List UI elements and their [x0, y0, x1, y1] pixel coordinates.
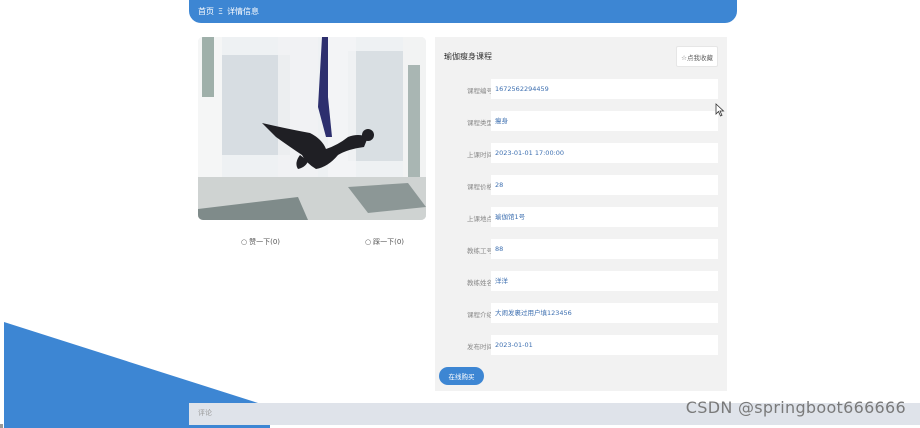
course-title: 瑜伽瘦身课程	[444, 52, 492, 61]
field-label: 课程类型	[467, 119, 493, 127]
breadcrumb-separator: Ξ	[218, 7, 224, 16]
thumb-up-icon: ○	[241, 238, 248, 246]
field-label: 上课时间	[467, 151, 493, 159]
buy-online-button[interactable]: 在线购买	[439, 367, 484, 385]
field-label: 教练工号	[467, 247, 493, 255]
field-label: 课程介绍	[467, 311, 493, 319]
field-label: 课程价格	[467, 183, 493, 191]
dislike-button[interactable]: ○ 踩一下(0)	[365, 237, 404, 247]
yoga-photo	[198, 37, 426, 220]
field-row: 发布时间 2023-01-01	[435, 335, 727, 355]
breadcrumb-home[interactable]: 首页	[198, 6, 214, 17]
field-value: 瑜伽馆1号	[491, 207, 718, 227]
like-button[interactable]: ○ 赞一下(0)	[241, 237, 280, 247]
dislike-label: 踩一下(0)	[373, 238, 405, 246]
edge-marker	[0, 424, 3, 428]
field-value: 2023-01-01 17:00:00	[491, 143, 718, 163]
field-value: 2023-01-01	[491, 335, 718, 355]
field-row: 课程编号 1672562294459	[435, 79, 727, 99]
collect-label: ☆点我收藏	[681, 53, 713, 62]
field-row: 课程价格 28	[435, 175, 727, 195]
course-image	[198, 37, 426, 220]
field-row: 课程类型 瘦身	[435, 111, 727, 131]
breadcrumb: 首页 Ξ 详情信息	[189, 0, 737, 23]
mouse-cursor-icon	[715, 103, 725, 117]
field-label: 教练姓名	[467, 279, 493, 287]
field-value: 88	[491, 239, 718, 259]
collect-button[interactable]: ☆点我收藏	[676, 46, 718, 67]
watermark: CSDN @springboot666666	[685, 398, 906, 417]
field-label: 课程编号	[467, 87, 493, 95]
field-row: 教练姓名 洋洋	[435, 271, 727, 291]
field-row: 课程介绍 大闹发裹过用户填123456	[435, 303, 727, 323]
field-value: 大闹发裹过用户填123456	[491, 303, 718, 323]
thumb-down-icon: ○	[365, 238, 372, 246]
comment-label: 评论	[198, 409, 212, 417]
field-value: 洋洋	[491, 271, 718, 291]
field-label: 上课地点	[467, 215, 493, 223]
breadcrumb-current: 详情信息	[227, 7, 260, 16]
field-label: 发布时间	[467, 343, 493, 351]
like-label: 赞一下(0)	[249, 238, 281, 246]
field-row: 上课时间 2023-01-01 17:00:00	[435, 143, 727, 163]
course-detail-panel: 瑜伽瘦身课程 ☆点我收藏 课程编号 1672562294459 课程类型 瘦身 …	[435, 37, 727, 391]
field-row: 上课地点 瑜伽馆1号	[435, 207, 727, 227]
field-value: 1672562294459	[491, 79, 718, 99]
field-value: 28	[491, 175, 718, 195]
field-row: 教练工号 88	[435, 239, 727, 259]
field-value: 瘦身	[491, 111, 718, 131]
